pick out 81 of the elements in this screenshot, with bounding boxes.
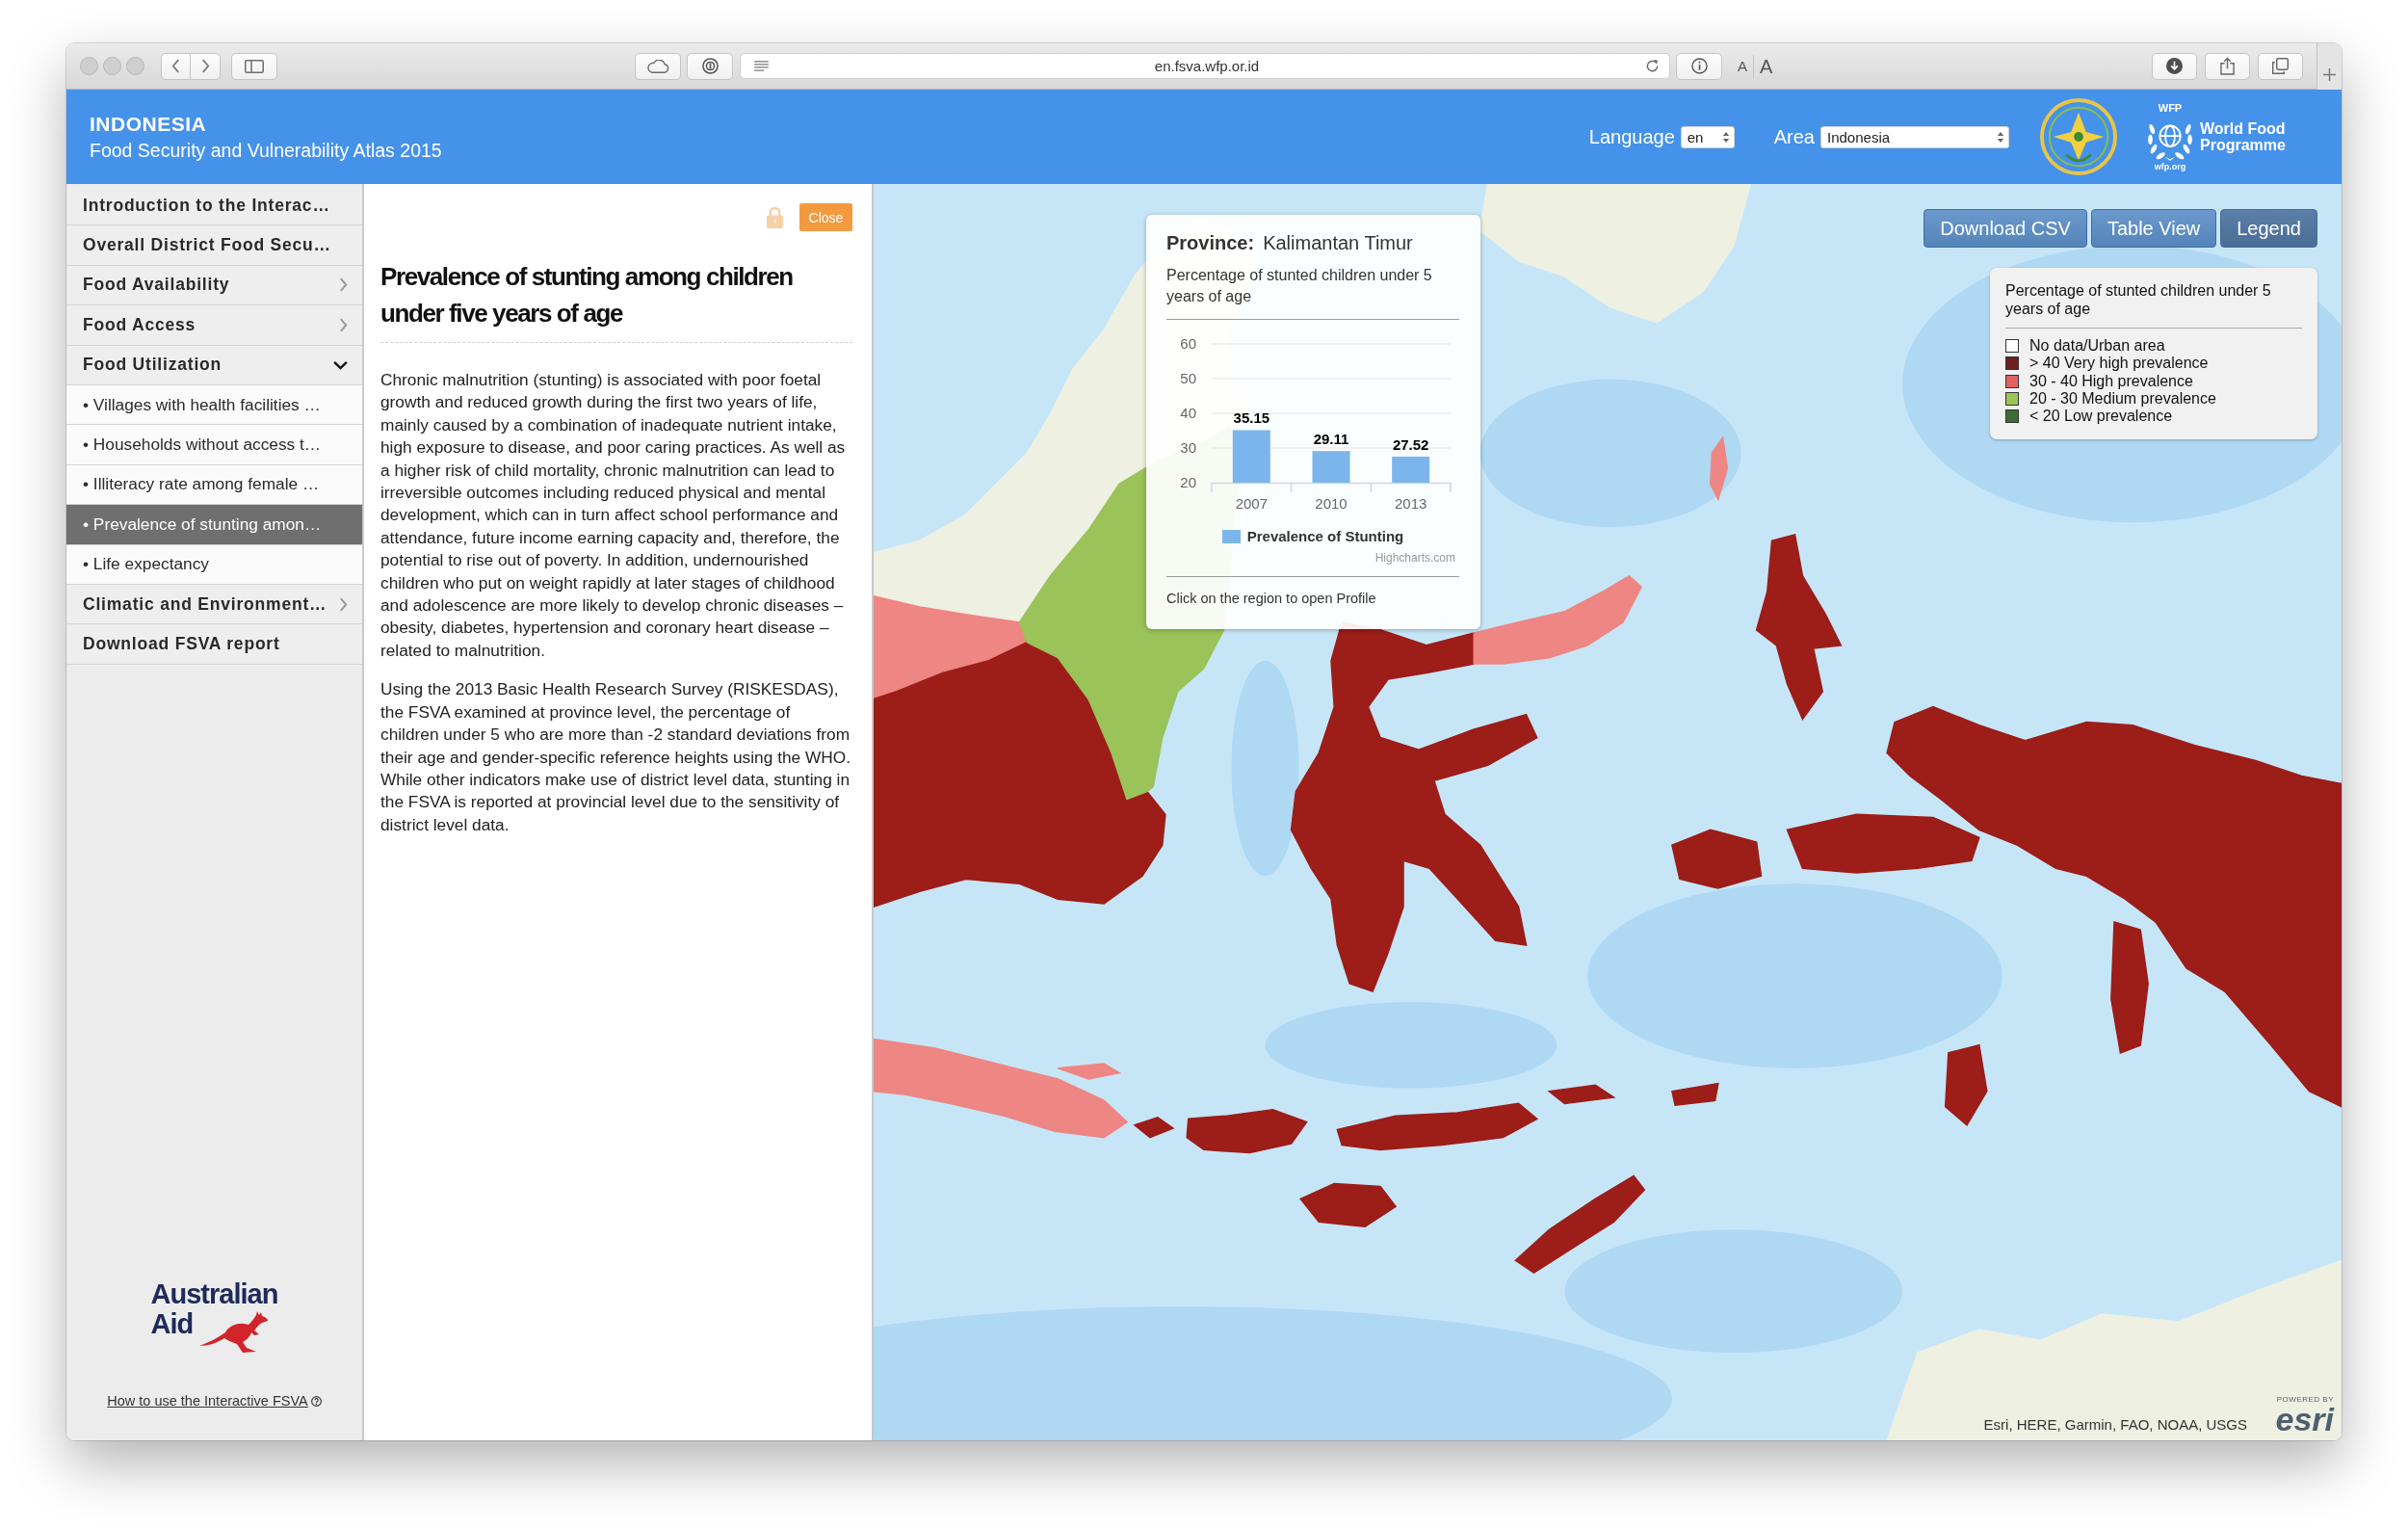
app-subtitle: Food Security and Vulnerability Atlas 2015 [90, 139, 442, 162]
info-button[interactable] [1676, 52, 1722, 80]
text-size-button[interactable]: A [1732, 54, 1754, 78]
chevron-left-icon[interactable] [171, 59, 180, 73]
sidebar-item[interactable]: • Villages with health facilities … [66, 384, 362, 426]
updown-arrows-icon[interactable] [1721, 130, 1730, 144]
province-name: Kalimantan Timur [1263, 231, 1413, 255]
data-label: 27.52 [1392, 435, 1429, 453]
field-label: Language [1588, 125, 1675, 148]
axis-label: 30 [1180, 439, 1196, 456]
forward-button[interactable] [191, 52, 221, 80]
map-button[interactable]: Legend [2220, 209, 2317, 248]
axis-label: 2010 [1315, 495, 1348, 512]
reader-icon[interactable] [754, 61, 769, 71]
share-icon[interactable] [2220, 57, 2235, 75]
language-select[interactable]: en [1680, 125, 1735, 148]
address-field[interactable]: en.fsva.wfp.or.id [740, 53, 1670, 79]
legend-label: Prevalence of Stunting [1246, 528, 1404, 545]
chevron-right-icon[interactable] [200, 59, 210, 73]
downloads-button[interactable] [2152, 52, 2197, 80]
province-label: Province: [1166, 231, 1255, 255]
emblem-icon [2040, 96, 2117, 177]
map-drawing[interactable] [874, 184, 2342, 1440]
cloud-icon[interactable] [646, 59, 669, 73]
axis-label: 40 [1180, 405, 1196, 421]
map-attribution: Esri, HERE, Garmin, FAO, NOAA, USGS [1983, 1416, 2247, 1433]
data-label: 35.15 [1233, 409, 1270, 427]
sidebar-item[interactable]: • Life expectancy [66, 544, 362, 585]
popup-description: Percentage of stunted children under 5 years of age [1166, 266, 1433, 306]
logo-wordmark: esri [2275, 1404, 2334, 1435]
chevron-down-icon[interactable] [333, 359, 348, 370]
cloud-button[interactable] [635, 52, 681, 80]
info-icon[interactable] [1690, 58, 1708, 74]
legend-label: > 40 Very high prevalence [2029, 355, 2209, 373]
download-icon[interactable] [2166, 58, 2183, 74]
tabs-button[interactable] [2258, 52, 2303, 80]
legend-label: 20 - 30 Medium prevalence [2029, 389, 2216, 408]
share-button[interactable] [2205, 52, 2250, 80]
field-label: Area [1773, 125, 1815, 148]
sidebar-item[interactable]: • Households without access t… [66, 425, 362, 465]
tabs-icon[interactable] [2272, 58, 2289, 74]
axis-label: 2007 [1235, 495, 1268, 512]
app-title: INDONESIA [90, 112, 208, 136]
keyhole-icon[interactable] [701, 58, 719, 74]
sidebar-item[interactable]: • Illiteracy rate among female … [66, 464, 362, 506]
sidebar-item[interactable]: • Prevalence of stunting amon… [66, 505, 362, 545]
lock-icon [766, 206, 784, 228]
sidebar-icon[interactable] [245, 59, 264, 73]
help-icon[interactable] [310, 1395, 322, 1407]
chart-bar [1392, 456, 1430, 483]
plus-icon[interactable] [2323, 67, 2336, 81]
logo-text: World Food Programme [2200, 120, 2287, 153]
text-size-button[interactable]: A [1754, 54, 1779, 78]
legend-label: No data/Urban area [2029, 337, 2165, 356]
logo-text: Australian [150, 1279, 278, 1309]
back-button[interactable] [161, 52, 191, 80]
legend-title: Percentage of stunted children under 5 years of age [2005, 281, 2272, 318]
sidebar-toggle-button[interactable] [231, 52, 277, 80]
updown-arrows-icon[interactable] [1997, 130, 2004, 144]
legend-label: < 20 Low prevalence [2029, 408, 2173, 426]
legend-label: 30 - 40 High prevalence [2029, 372, 2193, 390]
help-link[interactable]: How to use the Interactive FSVA [107, 1391, 322, 1410]
article-paragraph: Using the 2013 Basic Health Research Survey (RISKESDAS), the FSVA examined at province level, the percentage of children under 5 who are more than -2 standard deviations from their age and gender-specific reference heights using the WHO. While other indicators make use of district level data, stunting in the FSVA is reported at provincial level due to the sensitivity of district level data. [380, 678, 851, 836]
popup-hint: Click on the region to open Profile [1166, 591, 1377, 606]
axis-label: 50 [1180, 370, 1196, 386]
article-paragraph: Chronic malnutrition (stunting) is associated with poor foetal growth and reduced growth during the first two years of life, mainly caused by a combination of inadequate nutrient intake, high exposure to disease, and poor caring practices. As well as a higher risk of child mortality, chronic malnutrition can lead to irreversible outcomes including reduced physical and mental development, which can in turn affect school performance and attendance, future income earning capacity and, therefore, the potential to rise out of poverty. In addition, undernourished children who put on weight rapidly at later stages of childhood and adolescence are more likely to develop chronic diseases – obesity, diabetes, hypertension and coronary heart disease – related to malnutrition. [380, 369, 847, 662]
article-title: Prevalence of stunting among children under five years of age [380, 261, 794, 329]
logo-text: Aid [150, 1309, 194, 1339]
chart-bar [1312, 451, 1350, 483]
axis-label: 2013 [1395, 495, 1427, 512]
axis-label: 20 [1180, 474, 1196, 490]
logo-caption: POWERED BY [2276, 1395, 2334, 1404]
chart-bar [1232, 430, 1270, 483]
data-label: 29.11 [1313, 431, 1349, 448]
extension-button[interactable] [687, 52, 733, 80]
logo-text: wfp.org [2154, 161, 2186, 172]
area-select[interactable]: Indonesia [1820, 125, 2009, 148]
axis-label: 60 [1180, 335, 1196, 352]
logo-text: WFP [2158, 101, 2183, 114]
reload-icon[interactable] [1645, 59, 1660, 73]
kangaroo-icon [198, 1311, 270, 1353]
